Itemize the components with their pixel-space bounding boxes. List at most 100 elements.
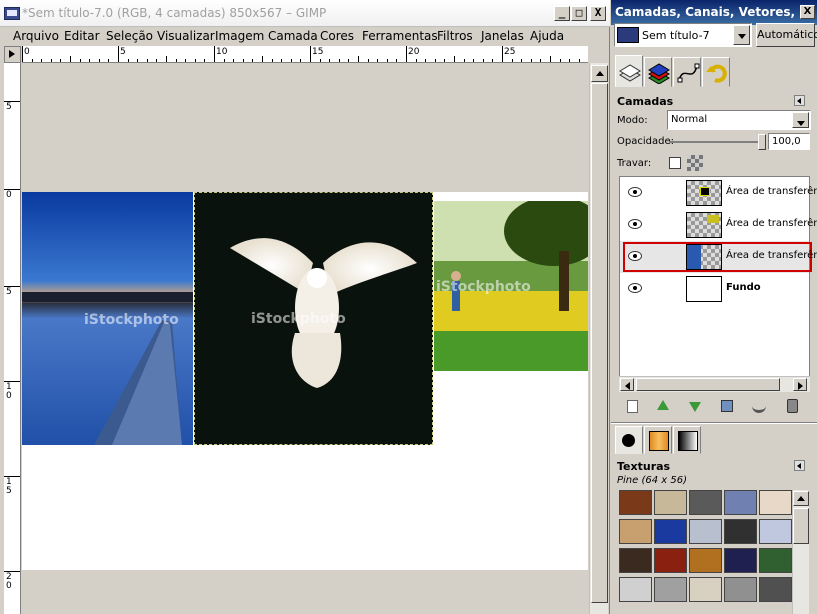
canvas-area[interactable]: iStockphoto iStockphoto iStockphoto [22, 64, 588, 614]
lower-layer-icon[interactable] [689, 402, 701, 412]
layer-list-hscrollbar[interactable] [619, 376, 810, 392]
panel-menu-icon[interactable] [794, 460, 805, 471]
scroll-left-button[interactable] [620, 378, 634, 391]
ruler-tick [386, 59, 388, 62]
eye-icon[interactable] [628, 251, 642, 261]
tab-patterns[interactable] [644, 426, 672, 454]
texture-swatch[interactable] [654, 490, 687, 515]
texture-swatch[interactable] [619, 548, 652, 573]
texture-swatch[interactable] [759, 490, 792, 515]
layer-row[interactable]: Área de transferência [620, 177, 817, 209]
scroll-thumb[interactable] [636, 378, 780, 391]
delete-layer-icon[interactable] [787, 399, 798, 413]
tab-undo-history[interactable] [702, 57, 730, 87]
eye-icon[interactable] [628, 283, 642, 293]
photo-pier-lake[interactable]: iStockphoto [22, 192, 193, 445]
menu-camada[interactable]: Camada [268, 29, 318, 43]
photo-girl-field[interactable]: iStockphoto [434, 201, 588, 371]
menu-arquivo[interactable]: Arquivo [13, 29, 59, 43]
menu-visualizar[interactable]: Visualizar [157, 29, 215, 43]
scroll-thumb[interactable] [591, 83, 608, 603]
menu-imagem[interactable]: Imagem [215, 29, 264, 43]
ruler-label: 0 [24, 47, 30, 57]
menu-filtros[interactable]: Filtros [437, 29, 473, 43]
tab-layers[interactable] [615, 55, 643, 87]
horizontal-ruler[interactable]: 0 5 10 15 20 25 [22, 46, 588, 63]
eye-icon[interactable] [628, 187, 642, 197]
scroll-right-button[interactable] [793, 378, 807, 391]
ruler-tick [271, 59, 273, 62]
texture-swatch[interactable] [689, 548, 722, 573]
texture-swatch[interactable] [724, 548, 757, 573]
scroll-up-button[interactable] [591, 65, 608, 82]
textures-grid[interactable] [619, 490, 793, 614]
vertical-ruler[interactable]: 5 0 5 1 0 1 5 2 0 [4, 63, 21, 614]
duplicate-layer-icon[interactable] [721, 400, 733, 412]
texture-swatch[interactable] [759, 519, 792, 544]
layer-thumbnail [686, 276, 722, 302]
raise-layer-icon[interactable] [657, 400, 669, 410]
menu-cores[interactable]: Cores [320, 29, 354, 43]
menu-ferramentas[interactable]: Ferramentas [362, 29, 438, 43]
texture-swatch[interactable] [654, 548, 687, 573]
menu-ajuda[interactable]: Ajuda [530, 29, 564, 43]
panel-menu-icon[interactable] [794, 95, 805, 106]
lock-pixels-checkbox[interactable] [669, 157, 681, 169]
texture-swatch[interactable] [689, 519, 722, 544]
texture-swatch[interactable] [759, 548, 792, 573]
chevron-down-icon[interactable] [792, 112, 809, 128]
ruler-tick [444, 59, 446, 62]
texture-swatch[interactable] [689, 490, 722, 515]
image-window-titlebar[interactable]: *Sem título-7.0 (RGB, 4 camadas) 850x567… [0, 0, 610, 27]
opacity-slider-handle[interactable] [758, 134, 766, 150]
dock-close-button[interactable]: X [800, 5, 815, 19]
texture-swatch[interactable] [654, 577, 687, 602]
image-selector-combo[interactable]: Sem título-7 [614, 23, 752, 47]
eye-icon[interactable] [628, 219, 642, 229]
scroll-thumb[interactable] [793, 508, 809, 544]
anchor-layer-icon[interactable] [752, 399, 766, 413]
texture-swatch[interactable] [759, 577, 792, 602]
texture-swatch[interactable] [619, 519, 652, 544]
layer-row-selected[interactable]: Área de transferência [620, 241, 817, 273]
textures-scrollbar[interactable] [792, 490, 809, 614]
texture-swatch[interactable] [619, 577, 652, 602]
mode-combo[interactable]: Normal [667, 110, 811, 130]
close-button[interactable]: X [590, 6, 606, 21]
new-layer-icon[interactable] [627, 400, 638, 413]
texture-swatch[interactable] [724, 490, 757, 515]
dock-titlebar[interactable]: Camadas, Canais, Vetores, Desf… X [611, 0, 817, 25]
minimize-button[interactable]: _ [554, 6, 570, 21]
menu-editar[interactable]: Editar [64, 29, 100, 43]
layer-thumbnail [686, 212, 722, 238]
tab-channels[interactable] [644, 57, 672, 87]
opacity-spinbox[interactable]: 100,0 [768, 133, 810, 150]
ruler-tick [281, 59, 283, 62]
ruler-tick [204, 59, 206, 62]
maximize-button[interactable]: □ [571, 6, 587, 21]
vertical-scrollbar[interactable] [589, 63, 608, 614]
tab-paths[interactable] [673, 57, 701, 87]
ruler-tick [454, 56, 455, 62]
texture-swatch[interactable] [689, 577, 722, 602]
photo-dove[interactable]: iStockphoto [194, 192, 433, 445]
scroll-up-button[interactable] [793, 491, 809, 506]
texture-swatch[interactable] [724, 519, 757, 544]
layer-row[interactable]: Área de transferência [620, 209, 817, 241]
tab-brushes[interactable] [615, 426, 643, 454]
auto-button[interactable]: Automático [756, 23, 817, 47]
tab-gradients[interactable] [673, 426, 701, 454]
texture-swatch[interactable] [619, 490, 652, 515]
chevron-down-icon[interactable] [733, 25, 750, 45]
layer-list[interactable]: Área de transferência Área de transferên… [619, 176, 817, 392]
texture-swatch[interactable] [724, 577, 757, 602]
lock-alpha-icon[interactable] [687, 155, 703, 171]
ruler-tick [223, 59, 225, 62]
texture-swatch[interactable] [654, 519, 687, 544]
opacity-slider-track[interactable] [669, 141, 765, 143]
ruler-corner-button[interactable] [4, 46, 21, 63]
menu-janelas[interactable]: Janelas [481, 29, 524, 43]
ruler-tick [79, 59, 81, 62]
layer-row[interactable]: Fundo [620, 273, 809, 305]
menu-selecao[interactable]: Seleção [106, 29, 153, 43]
